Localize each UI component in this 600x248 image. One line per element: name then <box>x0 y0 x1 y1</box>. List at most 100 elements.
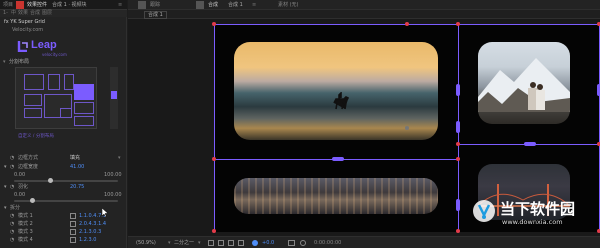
tab-footage[interactable]: 素材 (无) <box>278 2 299 8</box>
handle[interactable] <box>456 199 460 211</box>
anchor-pin[interactable] <box>456 157 460 161</box>
anchor-pin[interactable] <box>456 142 460 146</box>
photo-tile-city[interactable] <box>234 178 438 214</box>
mask-icon[interactable] <box>218 240 224 246</box>
stopwatch-icon[interactable]: ◔ <box>10 213 14 219</box>
camera-icon[interactable] <box>288 240 295 246</box>
param-value[interactable]: 2.1.3.0.3 <box>79 229 101 235</box>
slider-knob[interactable] <box>30 198 35 203</box>
mountain-icon <box>478 58 570 112</box>
menu-item-1[interactable]: 1- <box>3 10 8 16</box>
stopwatch-icon[interactable]: ◔ <box>10 229 14 235</box>
menu-item-4[interactable]: 合成 <box>30 10 40 16</box>
chevron-down-icon[interactable]: ▾ <box>118 155 121 161</box>
stopwatch-icon[interactable]: ◔ <box>10 221 14 227</box>
exposure-value[interactable]: +0.0 <box>262 240 274 246</box>
grid-cell[interactable] <box>60 108 72 118</box>
color-icon[interactable] <box>252 240 258 246</box>
active-comp-tab[interactable]: 合成 1 <box>144 11 167 19</box>
slider-row[interactable]: 0.00 100.00 <box>0 191 127 199</box>
param-value[interactable]: 2.0.4.3.1.4 <box>79 221 106 227</box>
param-value[interactable]: 填充 <box>70 155 80 161</box>
guide-line[interactable] <box>214 24 215 232</box>
quality-select[interactable]: 二分之一 <box>174 240 194 246</box>
photo-tile-mountain[interactable] <box>478 42 570 124</box>
menu-icon[interactable]: ≡ <box>118 2 122 8</box>
param-value[interactable]: 41.00 <box>70 164 84 170</box>
timecode[interactable]: 0:00:00:00 <box>314 240 341 246</box>
menu-item-2[interactable]: 中 <box>11 10 16 16</box>
section-row[interactable]: ▾ 分割布局 <box>0 58 127 66</box>
anchor-pin[interactable] <box>212 157 216 161</box>
watermark-title: 当下软件园 <box>500 201 576 218</box>
grid-cell[interactable] <box>74 102 94 114</box>
tab-composition[interactable]: 合成 <box>208 2 218 8</box>
checkbox[interactable] <box>70 213 76 219</box>
anchor-pin[interactable] <box>212 229 216 233</box>
menu-item-5[interactable]: 图层 <box>42 10 52 16</box>
grid-cell[interactable] <box>24 74 44 90</box>
stopwatch-icon[interactable]: ◔ <box>10 164 14 170</box>
viewer-tabbar: 跟踪 合成 合成 1 ≡ 素材 (无) <box>128 0 600 10</box>
param-row[interactable]: ▾ ◔ 边框宽度 41.00 <box>0 163 127 171</box>
param-value[interactable]: 1.2.3.0 <box>79 237 97 243</box>
effect-row[interactable]: fx YK Super Grid <box>0 18 127 26</box>
menu-item-3[interactable]: 效果 <box>18 10 28 16</box>
chevron-down-icon[interactable]: ▾ <box>198 240 201 246</box>
slider-row[interactable]: 0.00 100.00 <box>0 171 127 179</box>
lock-icon[interactable] <box>196 1 204 9</box>
param-label: 羽化 <box>18 184 29 190</box>
grid-cell-selected[interactable] <box>74 84 94 100</box>
param-label: 模式 3 <box>18 229 33 235</box>
param-row[interactable]: ◔ 模式 3 2.1.3.0.3 <box>0 228 127 236</box>
menu-icon[interactable]: ≡ <box>252 2 256 8</box>
transparency-icon[interactable] <box>238 240 244 246</box>
grid-cell[interactable] <box>64 74 74 90</box>
grid-scrollbar[interactable] <box>110 67 118 129</box>
layout-grid-picker[interactable] <box>15 67 97 129</box>
checkbox[interactable] <box>70 221 76 227</box>
handle[interactable] <box>332 157 344 161</box>
chevron-down-icon[interactable]: ▾ <box>4 164 7 170</box>
anchor-point[interactable] <box>405 126 409 130</box>
snapshot-icon[interactable] <box>300 240 306 246</box>
close-icon[interactable] <box>16 1 24 9</box>
checkbox[interactable] <box>70 229 76 235</box>
grid-cell[interactable] <box>74 116 94 126</box>
slider-max: 100.00 <box>104 192 122 198</box>
grid-icon[interactable] <box>208 240 214 246</box>
region-icon[interactable] <box>228 240 234 246</box>
anchor-pin[interactable] <box>456 22 460 26</box>
tab-composition-name[interactable]: 合成 1 <box>228 2 243 8</box>
handle[interactable] <box>524 142 536 146</box>
anchor-pin[interactable] <box>456 229 460 233</box>
param-row[interactable]: ◔ 模式 2 2.0.4.3.1.4 <box>0 220 127 228</box>
tab-tracker[interactable]: 跟踪 <box>150 2 160 8</box>
tab-project[interactable]: 项目 <box>3 2 13 8</box>
chevron-down-icon[interactable]: ▾ <box>168 240 171 246</box>
stopwatch-icon[interactable]: ◔ <box>10 184 14 190</box>
anchor-pin[interactable] <box>405 22 409 26</box>
stopwatch-icon[interactable]: ◔ <box>10 237 14 243</box>
slider-track[interactable] <box>14 180 118 182</box>
anchor-pin[interactable] <box>212 22 216 26</box>
param-row[interactable]: ◔ 边框方式 填充 ▾ <box>0 154 127 162</box>
param-row[interactable]: ▾ ◔ 羽化 20.75 <box>0 183 127 191</box>
checkbox[interactable] <box>70 237 76 243</box>
handle[interactable] <box>456 84 460 96</box>
param-label: 模式 1 <box>18 213 33 219</box>
param-label: 拆分 <box>10 205 21 211</box>
chevron-down-icon[interactable]: ▾ <box>4 205 7 211</box>
lock-icon[interactable] <box>138 1 146 9</box>
stopwatch-icon[interactable]: ◔ <box>10 155 14 161</box>
param-value[interactable]: 20.75 <box>70 184 84 190</box>
scroll-thumb[interactable] <box>111 91 117 99</box>
chevron-down-icon[interactable]: ▾ <box>4 184 7 190</box>
param-row[interactable]: ◔ 模式 4 1.2.3.0 <box>0 236 127 244</box>
grid-cell[interactable] <box>48 74 60 90</box>
grid-cell[interactable] <box>24 94 42 106</box>
zoom-select[interactable]: (50.9%) <box>136 240 156 246</box>
tab-effect-controls[interactable]: 效果控件 <box>27 2 47 8</box>
handle[interactable] <box>456 121 460 133</box>
grid-cell[interactable] <box>24 108 42 118</box>
